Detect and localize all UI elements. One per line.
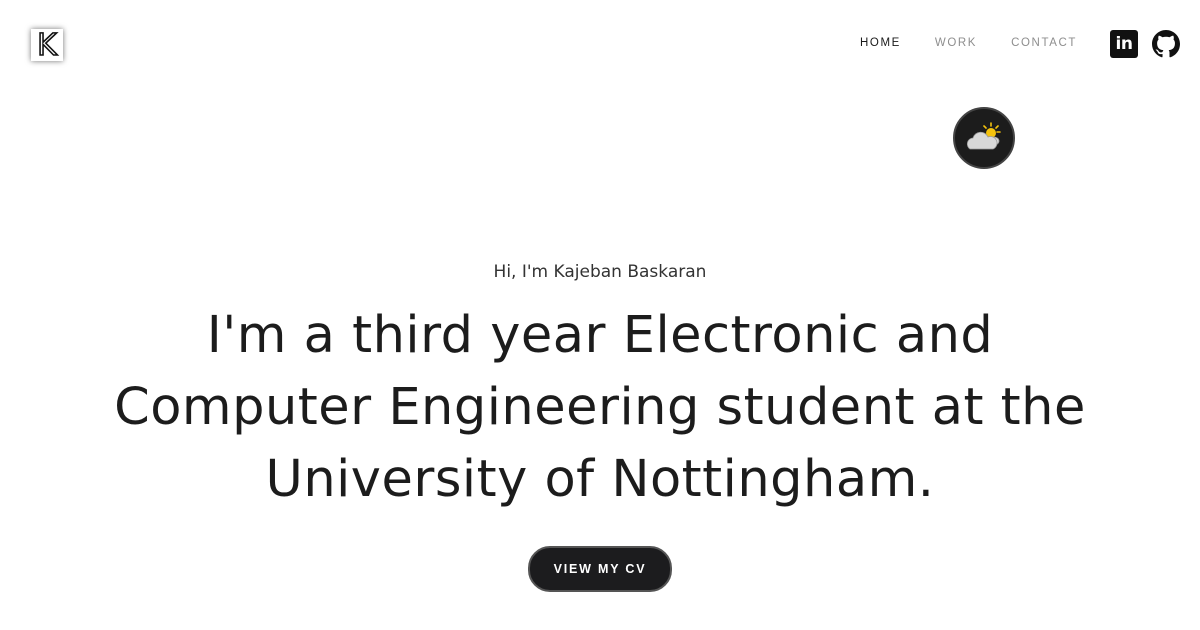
hero-section: Hi, I'm Kajeban Baskaran I'm a third yea… <box>0 262 1200 592</box>
nav-work[interactable]: WORK <box>935 37 977 49</box>
theme-toggle-button[interactable] <box>953 107 1015 169</box>
social-links: in <box>1110 30 1180 58</box>
hero-headline: I'm a third year Electronic and Computer… <box>114 306 1086 509</box>
k-logo-icon[interactable]: K <box>28 26 66 64</box>
greeting-text: Hi, I'm Kajeban Baskaran <box>493 262 707 282</box>
page: K HOME WORK CONTACT in Hi, I'm Kajeban B… <box>0 0 1200 630</box>
logo-letter: K <box>37 28 58 62</box>
github-mark-icon <box>1152 30 1180 58</box>
nav-home[interactable]: HOME <box>860 37 901 49</box>
cloud-sun-icon <box>966 122 1001 150</box>
linkedin-icon[interactable]: in <box>1110 30 1138 58</box>
nav-contact[interactable]: CONTACT <box>1011 37 1077 49</box>
k-monogram-icon: K <box>31 28 63 62</box>
main-nav: HOME WORK CONTACT <box>860 37 1111 49</box>
github-icon[interactable] <box>1152 30 1180 58</box>
view-cv-button[interactable]: VIEW MY CV <box>527 546 673 592</box>
linkedin-label: in <box>1115 34 1133 54</box>
